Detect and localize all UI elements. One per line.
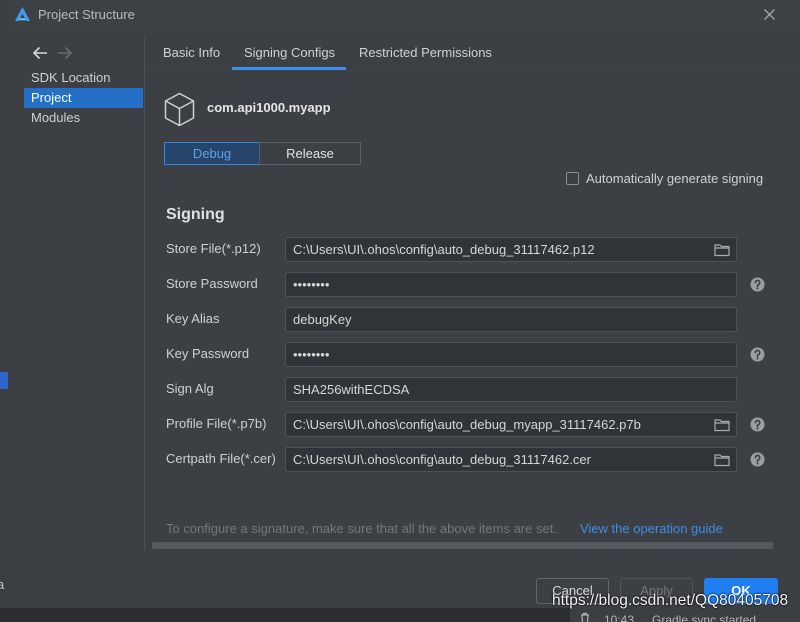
auto-signing-checkbox[interactable]	[566, 172, 579, 185]
sidebar-item-label: Project	[31, 90, 72, 105]
profile-file-label: Profile File(*.p7b)	[166, 416, 267, 431]
status-message: Gradle sync started	[652, 613, 757, 622]
release-segment-button[interactable]: Release	[259, 142, 361, 165]
watermark-text: https://blog.csdn.net/QQ80405708	[552, 592, 789, 609]
ide-background-strip: a	[0, 0, 8, 608]
window-title: Project Structure	[38, 7, 135, 22]
store-file-input[interactable]	[285, 237, 737, 262]
cube-icon	[164, 92, 195, 127]
key-password-label: Key Password	[166, 346, 250, 361]
trash-icon[interactable]	[579, 612, 591, 622]
tab-bar-divider	[145, 70, 800, 71]
help-icon[interactable]	[750, 347, 765, 362]
key-password-input[interactable]	[285, 342, 737, 367]
ide-selected-row	[0, 372, 8, 389]
signing-section-title: Signing	[166, 206, 225, 223]
deveco-logo-icon	[14, 6, 31, 22]
store-password-label: Store Password	[166, 276, 258, 291]
sidebar-item-label: Modules	[31, 110, 81, 125]
project-name: com.api1000.myapp	[207, 100, 331, 115]
debug-segment-button[interactable]: Debug	[164, 142, 260, 165]
tab-restricted-permissions[interactable]: Restricted Permissions	[359, 45, 492, 61]
sidebar-item-project[interactable]: Project	[24, 88, 143, 108]
operation-guide-link[interactable]: View the operation guide	[580, 521, 723, 537]
tab-signing-configs[interactable]: Signing Configs	[244, 45, 335, 61]
signing-hint-text: To configure a signature, make sure that…	[166, 521, 557, 536]
sidebar-item-sdk-location[interactable]: SDK Location	[24, 68, 143, 88]
folder-icon[interactable]	[714, 243, 730, 257]
store-password-input[interactable]	[285, 272, 737, 297]
profile-file-input[interactable]	[285, 412, 737, 437]
tab-basic-info[interactable]: Basic Info	[163, 45, 220, 61]
help-icon[interactable]	[750, 417, 765, 432]
help-icon[interactable]	[750, 452, 765, 467]
arrow-left-icon[interactable]	[32, 46, 48, 60]
arrow-right-icon[interactable]	[57, 46, 73, 60]
folder-icon[interactable]	[714, 453, 730, 467]
ide-text-fragment: a	[0, 577, 5, 592]
help-icon[interactable]	[750, 277, 765, 292]
key-alias-input[interactable]	[285, 307, 737, 332]
sidebar-divider	[144, 38, 145, 550]
store-file-label: Store File(*.p12)	[166, 241, 261, 256]
horizontal-scrollbar[interactable]	[152, 542, 773, 549]
sign-alg-label: Sign Alg	[166, 381, 214, 396]
status-time: 10:43	[604, 613, 635, 622]
sidebar-item-label: SDK Location	[31, 70, 111, 85]
folder-icon[interactable]	[714, 418, 730, 432]
project-structure-dialog: Project Structure SDK Location Project M…	[8, 0, 800, 608]
certpath-file-label: Certpath File(*.cer)	[166, 451, 276, 466]
title-bar[interactable]: Project Structure	[8, 0, 800, 30]
key-alias-label: Key Alias	[166, 311, 220, 326]
auto-signing-label[interactable]: Automatically generate signing	[586, 171, 763, 187]
close-icon[interactable]	[763, 8, 776, 21]
certpath-file-input[interactable]	[285, 447, 737, 472]
ide-status-strip: 10:43 Gradle sync started	[0, 608, 800, 622]
sidebar: SDK Location Project Modules	[8, 30, 144, 560]
sign-alg-input[interactable]	[285, 377, 737, 402]
sidebar-item-modules[interactable]: Modules	[24, 108, 143, 128]
